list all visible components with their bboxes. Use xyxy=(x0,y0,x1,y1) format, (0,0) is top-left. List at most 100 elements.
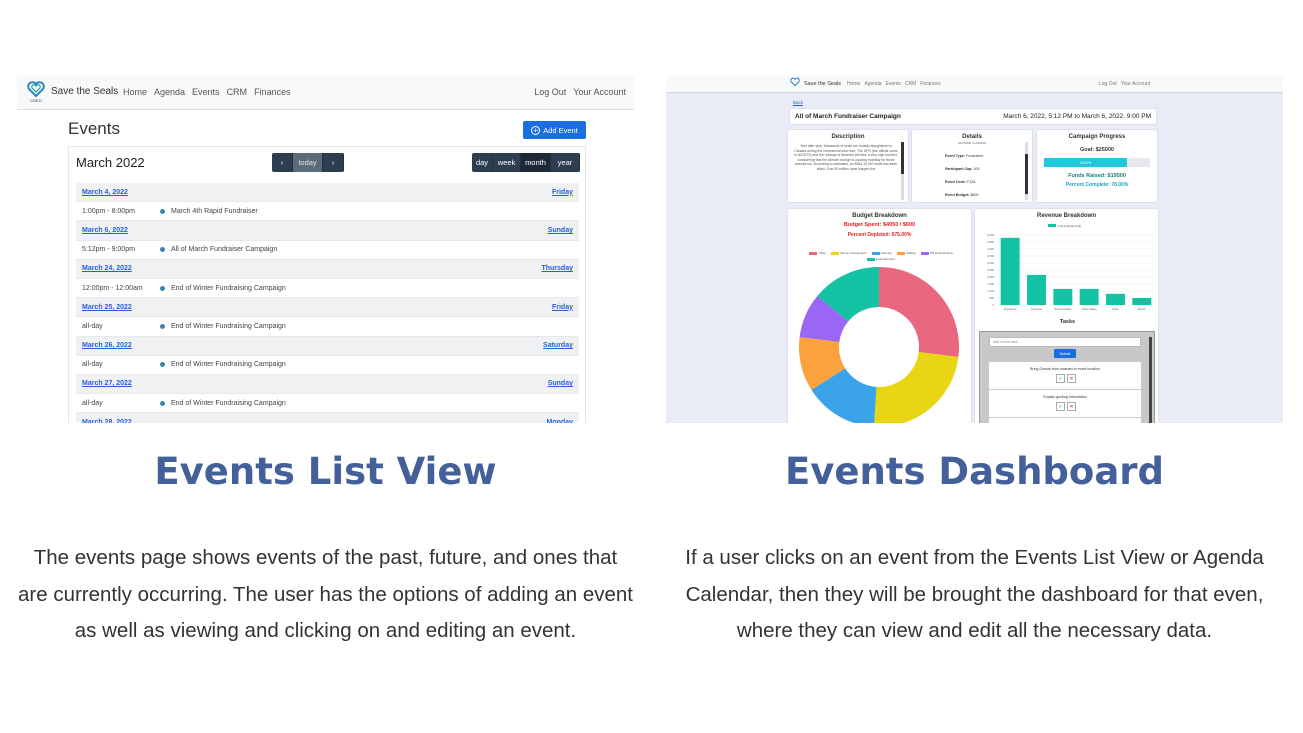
day-date-link[interactable]: March 25, 2022 xyxy=(82,304,552,311)
nav-logout[interactable]: Log Out xyxy=(534,87,566,97)
events-dashboard-heading: Events Dashboard xyxy=(784,450,1165,493)
campaign-progress-card: Campaign Progress Goal: $25000 78.00% Fu… xyxy=(1036,129,1158,203)
donut-slice xyxy=(879,267,959,358)
list-day-header[interactable]: March 6, 2022 Sunday xyxy=(76,221,579,241)
event-name[interactable]: End of Winter Fundraising Campaign xyxy=(171,400,286,407)
list-event-row[interactable]: 5:12pm - 9:00pm All of March Fundraiser C… xyxy=(76,241,579,260)
nav-account[interactable]: Your Account xyxy=(1121,81,1150,87)
event-name[interactable]: End of Winter Fundraising Campaign xyxy=(171,361,286,368)
x-tick-label: Merch xyxy=(1138,307,1146,311)
x-tick-label: Donations xyxy=(1004,307,1017,311)
check-icon[interactable]: ✓ xyxy=(1056,402,1065,411)
list-event-row[interactable]: all-day End of Winter Fundraising Campaig… xyxy=(76,356,579,375)
day-date-link[interactable]: March 28, 2022 xyxy=(82,419,547,423)
list-day-header[interactable]: March 27, 2022 Sunday xyxy=(76,374,579,395)
prev-button[interactable]: ‹ xyxy=(272,153,293,172)
description-scrollbar[interactable] xyxy=(901,142,904,200)
y-tick-label: 4,500 xyxy=(987,240,994,244)
day-weekday-link[interactable]: Thursday xyxy=(541,265,573,272)
details-scrollbar[interactable] xyxy=(1025,142,1028,200)
nav-finances[interactable]: Finances xyxy=(254,87,291,97)
day-date-link[interactable]: March 24, 2022 xyxy=(82,265,541,272)
list-day-header[interactable]: March 24, 2022 Thursday xyxy=(76,259,579,279)
brand-name[interactable]: Save the Seals xyxy=(804,81,841,87)
nav-crm[interactable]: CRM xyxy=(227,87,248,97)
y-tick-label: 3,500 xyxy=(987,254,994,258)
campaign-header: All of March Fundraiser Campaign March 6… xyxy=(789,108,1157,125)
list-event-row[interactable]: 12:00pm - 12:00am End of Winter Fundraisi… xyxy=(76,279,579,299)
day-weekday-link[interactable]: Sunday xyxy=(548,380,573,387)
legend-item: Other xyxy=(809,251,826,255)
view-week-button[interactable]: week xyxy=(493,153,521,172)
list-event-row[interactable]: all-day End of Winter Fundraising Campaig… xyxy=(76,317,579,337)
view-year-button[interactable]: year xyxy=(551,153,580,172)
y-tick-label: 5,000 xyxy=(987,233,994,237)
nav-home[interactable]: Home xyxy=(123,87,147,97)
legend-swatch xyxy=(867,257,876,261)
view-month-button[interactable]: month xyxy=(521,153,551,172)
budget-spent: Budget Spent: $4050 / $600 xyxy=(843,222,916,228)
today-button[interactable]: today xyxy=(293,153,323,172)
add-event-button[interactable]: + Add Event xyxy=(523,121,586,139)
detail-value: $600 xyxy=(970,193,979,197)
new-task-input[interactable]: Add a new task xyxy=(989,337,1141,347)
list-event-row[interactable]: 1:00pm - 8:00pm March 4th Rapid Fundraise… xyxy=(76,202,579,222)
submit-task-button[interactable]: Submit xyxy=(1054,349,1076,358)
x-tick-label: Ticket Sales xyxy=(1082,307,1098,311)
nav-events[interactable]: Events xyxy=(192,87,220,97)
nav-agenda[interactable]: Agenda xyxy=(864,81,881,87)
nav-account[interactable]: Your Account xyxy=(573,87,626,97)
day-date-link[interactable]: March 27, 2022 xyxy=(82,380,548,387)
task-item: Bring Donuts from walmart to event locat… xyxy=(989,362,1141,390)
details-rows: Event Type: Fundraiser Participant Cap: 1… xyxy=(912,154,1032,197)
day-date-link[interactable]: March 6, 2022 xyxy=(82,227,548,234)
back-link[interactable]: Back xyxy=(793,100,803,105)
day-weekday-link[interactable]: Saturday xyxy=(543,342,573,349)
event-dot-icon xyxy=(160,247,165,253)
event-time: all-day xyxy=(82,399,103,407)
events-list-description: The events page shows events of the past… xyxy=(18,546,633,642)
y-tick-label: 2,500 xyxy=(987,268,994,272)
next-button[interactable]: › xyxy=(323,153,344,172)
list-event-row[interactable]: all-day End of Winter Fundraising Campaig… xyxy=(76,394,579,414)
revenue-bar xyxy=(1053,288,1073,305)
event-name[interactable]: March 4th Rapid Fundraiser xyxy=(171,208,258,215)
event-dot-icon xyxy=(160,323,165,329)
check-icon[interactable]: ✓ xyxy=(1056,374,1065,383)
day-date-link[interactable]: March 4, 2022 xyxy=(82,189,552,196)
day-date-link[interactable]: March 26, 2022 xyxy=(82,342,543,349)
tasks-scrollbar[interactable] xyxy=(1149,337,1152,423)
list-day-header[interactable]: March 4, 2022 Friday xyxy=(76,183,579,203)
day-weekday-link[interactable]: Friday xyxy=(552,189,573,196)
list-day-header[interactable]: March 26, 2022 Saturday xyxy=(76,336,579,356)
x-icon[interactable]: ✕ xyxy=(1067,402,1076,411)
nav-home[interactable]: Home xyxy=(847,81,860,87)
list-day-header[interactable]: March 25, 2022 Friday xyxy=(76,298,579,318)
task-name: Bring Donuts from walmart to event locat… xyxy=(1030,367,1100,371)
list-day-header[interactable]: March 28, 2022 Monday xyxy=(76,413,579,423)
details-subtitle: LEONIDE VLASMAN xyxy=(957,141,987,145)
day-weekday-link[interactable]: Friday xyxy=(552,304,573,311)
nav-events[interactable]: Events xyxy=(886,81,901,87)
progress-title: Campaign Progress xyxy=(1068,134,1126,140)
legend-item: Staffing xyxy=(896,251,916,255)
nav-finances[interactable]: Finances xyxy=(920,81,940,87)
event-name[interactable]: End of Winter Fundraising Campaign xyxy=(171,285,286,292)
budget-title: Budget Breakdown xyxy=(852,213,907,219)
percent-depleted: Percent Depleted: 675.00% xyxy=(847,232,912,238)
view-day-button[interactable]: day xyxy=(472,153,493,172)
legend-label: Entertainment xyxy=(876,257,895,261)
legend-item: PR & Advertising xyxy=(921,251,953,255)
nav-agenda[interactable]: Agenda xyxy=(154,87,185,97)
brand-name[interactable]: Save the Seals xyxy=(51,86,118,97)
x-icon[interactable]: ✕ xyxy=(1067,374,1076,383)
event-name[interactable]: End of Winter Fundraising Campaign xyxy=(171,323,286,330)
task-actions: ✓ ✕ xyxy=(1056,374,1076,383)
event-name[interactable]: All of March Fundraiser Campaign xyxy=(171,246,277,253)
day-weekday-link[interactable]: Sunday xyxy=(548,227,573,234)
nav-crm[interactable]: CRM xyxy=(905,81,916,87)
legend-swatch xyxy=(896,251,905,255)
x-tick-label: Sponsorships xyxy=(1054,307,1072,311)
day-weekday-link[interactable]: Monday xyxy=(547,419,573,423)
nav-logout[interactable]: Log Out xyxy=(1099,81,1117,87)
